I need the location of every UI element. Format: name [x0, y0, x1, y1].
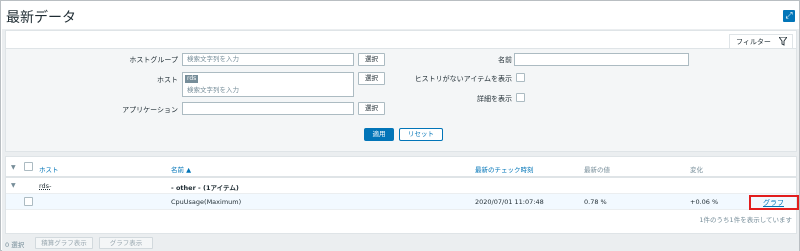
item-last-value: 0.78 %	[584, 198, 607, 206]
stacked-graph-button[interactable]: 積算グラフ表示	[35, 237, 93, 249]
main-content: フィルター ホストグループ 検索文字列を入力 選択 ホスト rds 検索文字列を…	[2, 29, 799, 251]
column-change: 変化	[690, 166, 703, 174]
collapse-all-icon[interactable]: ▼	[11, 164, 16, 171]
row-checkbox[interactable]	[24, 197, 33, 206]
item-change: +0.06 %	[690, 198, 719, 206]
page-title: 最新データ	[6, 10, 76, 26]
name-label: 名前	[498, 56, 512, 64]
graph-button[interactable]: グラフ表示	[99, 237, 153, 249]
latest-data-table: ▼ ホスト 名前 ▲ 最新のチェック時刻 最新の値 変化 ▼ rds- - ot…	[5, 156, 799, 234]
host-input-placeholder: 検索文字列を入力	[187, 86, 239, 94]
filter-tab-label: フィルター	[736, 38, 771, 46]
name-input[interactable]	[514, 53, 689, 66]
apply-button[interactable]: 適用	[364, 128, 394, 141]
column-last-check[interactable]: 最新のチェック時刻	[475, 164, 534, 174]
group-expand-icon[interactable]: ▼	[11, 182, 16, 189]
column-last-value: 最新の値	[584, 166, 610, 174]
window-frame: 最新データ ⤢ フィルター ホストグループ 検索文字列を入力 選択 ホスト rd…	[0, 0, 800, 251]
host-group-input[interactable]: 検索文字列を入力	[182, 53, 354, 66]
filter-panel: フィルター ホストグループ 検索文字列を入力 選択 ホスト rds 検索文字列を…	[5, 30, 797, 152]
host-group-label: ホストグループ	[129, 56, 178, 64]
selected-count: 0 選択	[5, 241, 25, 249]
column-host[interactable]: ホスト	[39, 164, 59, 174]
application-input[interactable]	[182, 102, 354, 115]
details-label: 詳細を表示	[477, 95, 512, 103]
details-checkbox[interactable]	[516, 93, 525, 102]
graph-link-highlight	[749, 195, 799, 210]
group-host[interactable]: rds-	[39, 182, 51, 190]
table-header: ▼ ホスト 名前 ▲ 最新のチェック時刻 最新の値 変化	[6, 157, 796, 178]
application-select-button[interactable]: 選択	[358, 102, 385, 115]
table-row: CpuUsage(Maximum) 2020/07/01 11:07:48 0.…	[6, 194, 796, 210]
host-select-button[interactable]: 選択	[358, 72, 385, 85]
action-footer: 0 選択 積算グラフ表示 グラフ表示	[2, 235, 799, 251]
column-name[interactable]: 名前 ▲	[171, 164, 191, 174]
host-input[interactable]: rds 検索文字列を入力	[182, 72, 354, 97]
filter-tab[interactable]: フィルター	[729, 34, 793, 49]
no-history-checkbox[interactable]	[516, 73, 525, 82]
fullscreen-icon[interactable]: ⤢	[783, 10, 795, 22]
application-label: アプリケーション	[122, 106, 178, 114]
reset-button[interactable]: リセット	[399, 128, 443, 141]
no-history-label: ヒストリがないアイテムを表示	[414, 75, 512, 83]
select-all-checkbox[interactable]	[24, 162, 33, 171]
host-tag[interactable]: rds	[185, 75, 199, 83]
host-group-select-button[interactable]: 選択	[358, 53, 385, 66]
title-bar: 最新データ ⤢	[2, 2, 799, 29]
group-label: - other - (1アイテム)	[171, 184, 239, 192]
item-name: CpuUsage(Maximum)	[171, 198, 242, 206]
item-last-check: 2020/07/01 11:07:48	[475, 198, 544, 206]
host-label: ホスト	[157, 76, 178, 84]
table-summary: 1件のうち1件を表示しています	[699, 216, 792, 224]
filter-form: ホストグループ 検索文字列を入力 選択 ホスト rds 検索文字列を入力 選択 …	[6, 48, 796, 151]
group-row: ▼ rds- - other - (1アイテム)	[6, 178, 796, 194]
